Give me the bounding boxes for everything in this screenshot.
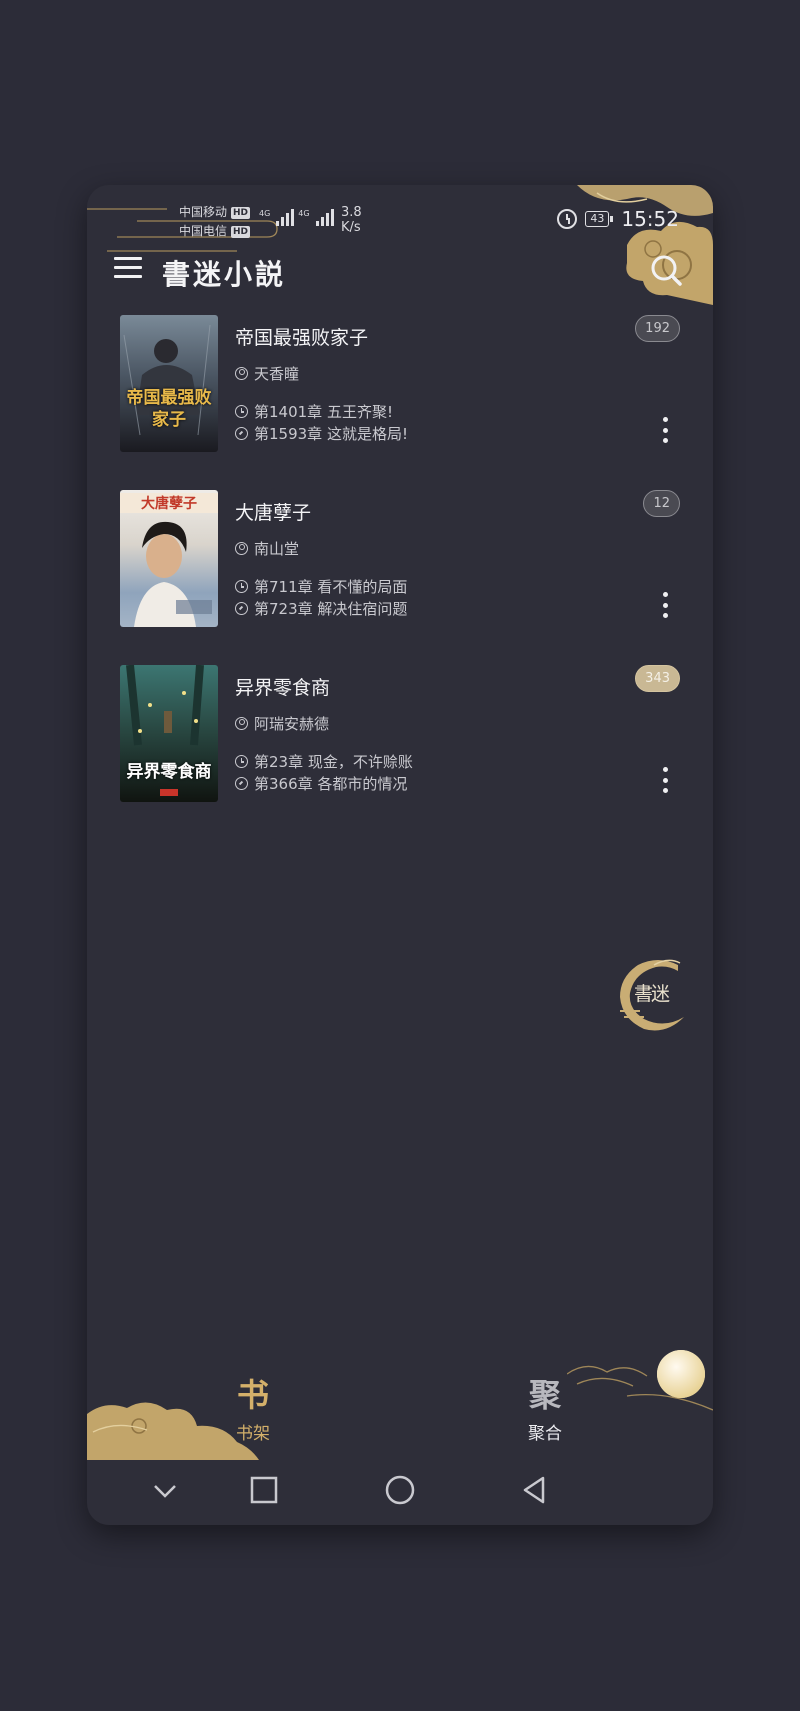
floating-logo-label: 書迷 [634, 983, 670, 1005]
unread-count-badge: 343 [635, 665, 680, 692]
floating-logo-button[interactable]: 書迷 [614, 953, 696, 1035]
bottom-nav: 书 书架 聚 聚合 [87, 1375, 713, 1455]
last-read-chapter: 第1401章 五王齐聚! [235, 401, 393, 422]
triangle-back-icon[interactable] [519, 1474, 551, 1506]
person-icon [235, 542, 248, 555]
signal-icon [315, 209, 334, 226]
app-bar: 書迷小説 [87, 241, 713, 299]
list-item[interactable]: 大唐孽子 大唐孽子 南山堂 第711章 看不懂的局面 第723章 解决住宿问题 … [87, 488, 713, 663]
tab-aggregate[interactable]: 聚 聚合 [505, 1375, 585, 1444]
book-author: 南山堂 [235, 538, 299, 559]
latest-chapter: 第1593章 这就是格局! [235, 423, 408, 444]
cover-title: 大唐孽子 [120, 493, 218, 513]
book-title: 帝国最强败家子 [235, 327, 369, 349]
last-read-chapter: 第23章 现金，不许赊账 [235, 751, 413, 772]
unread-count-badge: 12 [643, 490, 680, 517]
system-nav-bar [87, 1460, 713, 1525]
carrier-1: 中国移动 [179, 205, 228, 219]
person-icon [235, 717, 248, 730]
status-bar: 中国移动 HD 中国电信 HD 4G 4G 3.8 K/s 43 15:52 [87, 185, 713, 245]
carrier-2: 中国电信 [179, 224, 228, 238]
app-title: 書迷小説 [162, 258, 287, 291]
more-options-icon[interactable] [661, 592, 669, 618]
book-cover[interactable]: 异界零食商 [120, 665, 218, 802]
more-options-icon[interactable] [661, 767, 669, 793]
alarm-icon [557, 209, 578, 229]
list-item[interactable]: 帝国最强败家子 帝国最强败家子 天香瞳 第1401章 五王齐聚! 第1593章 … [87, 313, 713, 488]
last-read-text: 第1401章 五王齐聚! [254, 403, 393, 421]
compass-icon [235, 602, 248, 615]
speed-value: 3.8 [341, 205, 362, 220]
unread-count-badge: 192 [635, 315, 680, 342]
compass-icon [235, 777, 248, 790]
hd-badge: HD [231, 206, 251, 219]
clock-icon [235, 405, 248, 418]
signal-icons: 4G 4G [259, 209, 334, 226]
aggregate-icon: 聚 [528, 1376, 561, 1414]
hd-badge: HD [231, 225, 251, 238]
book-cover[interactable]: 帝国最强败家子 [120, 315, 218, 452]
status-right: 43 15:52 [557, 207, 679, 231]
signal-icon [276, 209, 295, 226]
latest-chapter: 第723章 解决住宿问题 [235, 598, 407, 619]
book-author: 阿瑞安赫德 [235, 713, 329, 734]
carrier-info: 中国移动 HD 中国电信 HD [179, 203, 251, 241]
network-type: 4G [259, 209, 271, 218]
last-read-text: 第23章 现金，不许赊账 [254, 753, 413, 771]
latest-chapter: 第366章 各都市的情况 [235, 773, 407, 794]
search-icon[interactable] [649, 253, 683, 287]
square-icon[interactable] [248, 1474, 280, 1506]
app-window: 中国移动 HD 中国电信 HD 4G 4G 3.8 K/s 43 15:52 書迷小… [87, 185, 713, 1525]
menu-icon[interactable] [114, 257, 142, 281]
compass-icon [235, 427, 248, 440]
person-icon [235, 367, 248, 380]
clock-icon [235, 755, 248, 768]
battery-icon: 43 [585, 211, 614, 227]
latest-text: 第1593章 这就是格局! [254, 425, 408, 443]
author-name: 天香瞳 [254, 365, 300, 383]
last-read-chapter: 第711章 看不懂的局面 [235, 576, 407, 597]
author-name: 南山堂 [254, 540, 300, 558]
tab-bookshelf[interactable]: 书 书架 [213, 1375, 293, 1444]
bookshelf-list: 帝国最强败家子 帝国最强败家子 天香瞳 第1401章 五王齐聚! 第1593章 … [87, 313, 713, 838]
clock-icon [235, 580, 248, 593]
chevron-down-icon[interactable] [149, 1474, 181, 1506]
tab-label: 聚合 [528, 1424, 562, 1444]
cover-title: 异界零食商 [126, 762, 212, 782]
book-cover[interactable]: 大唐孽子 [120, 490, 218, 627]
book-title: 异界零食商 [235, 677, 331, 699]
bookshelf-icon: 书 [236, 1376, 269, 1414]
author-name: 阿瑞安赫德 [254, 715, 330, 733]
book-author: 天香瞳 [235, 363, 299, 384]
more-options-icon[interactable] [661, 417, 669, 443]
list-item[interactable]: 异界零食商 异界零食商 阿瑞安赫德 第23章 现金，不许赊账 第366章 各都市… [87, 663, 713, 838]
latest-text: 第366章 各都市的情况 [254, 775, 408, 793]
circle-home-icon[interactable] [384, 1474, 416, 1506]
network-type: 4G [298, 209, 310, 218]
book-title: 大唐孽子 [235, 502, 312, 524]
cover-title: 帝国最强败家子 [126, 388, 212, 430]
clock: 15:52 [621, 207, 679, 231]
latest-text: 第723章 解决住宿问题 [254, 600, 408, 618]
tab-label: 书架 [236, 1424, 270, 1444]
speed-unit: K/s [341, 220, 361, 235]
network-speed: 3.8 K/s [341, 205, 362, 235]
last-read-text: 第711章 看不懂的局面 [254, 578, 408, 596]
